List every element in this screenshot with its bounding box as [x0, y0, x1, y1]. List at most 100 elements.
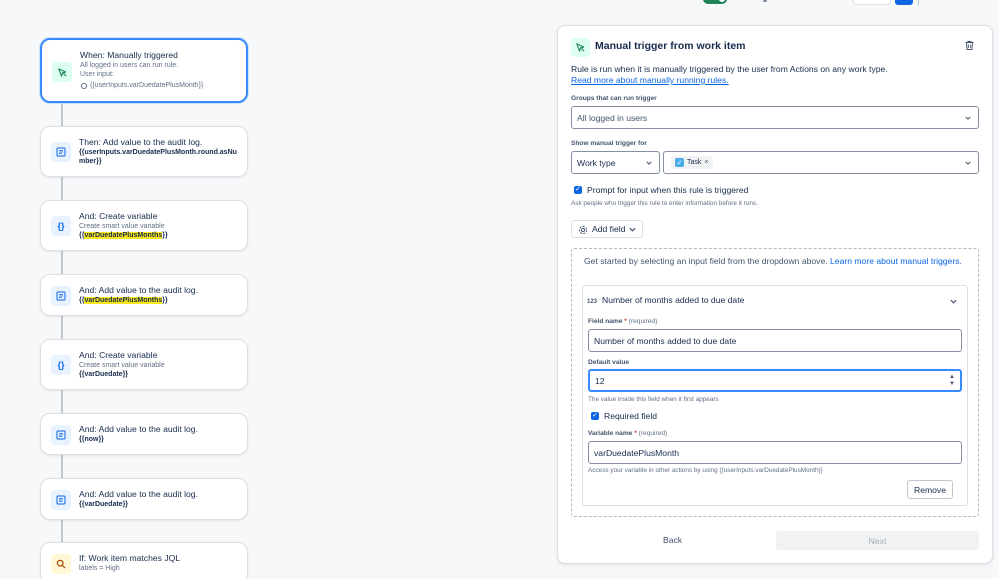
chevron-down-icon[interactable] — [950, 298, 957, 305]
top-divider — [918, 0, 919, 6]
gear-icon — [578, 225, 588, 235]
card-title: And: Add value to the audit log. — [79, 285, 198, 295]
card-user-input: {{userInputs.varDuedatePlusMonth}} — [80, 81, 238, 90]
work-type-select[interactable]: Work type — [571, 151, 660, 174]
card-subtitle: labels = High — [79, 565, 120, 572]
task-icon: ✓ — [675, 158, 684, 167]
field-name-label: Field name * (required) — [588, 318, 657, 325]
card-code: {{now}} — [79, 436, 104, 443]
default-value-label: Default value — [588, 359, 630, 366]
default-value-input[interactable]: 12 ▲ ▼ — [588, 369, 962, 392]
trigger-icon — [52, 62, 72, 82]
code-highlight: varDuedatePlusMonths — [84, 297, 163, 304]
field-header-title: Number of months added to due date — [602, 295, 745, 305]
field-name-input[interactable]: Number of months added to due date — [588, 329, 962, 352]
code-highlight: varDuedatePlusMonths — [84, 232, 163, 239]
prompt-helper-text: Ask people who trigger this rule to ente… — [571, 200, 758, 207]
intro-text: Get started by selecting an input field … — [584, 256, 964, 267]
default-value-value: 12 — [595, 375, 605, 386]
top-toolbar — [0, 0, 999, 8]
chevron-down-icon — [965, 116, 971, 120]
panel-title: Manual trigger from work item — [595, 40, 746, 52]
code-suffix: }} — [162, 297, 168, 304]
groups-label: Groups that can run trigger — [571, 95, 657, 102]
card-code: {{userInputs.varDuedatePlusMonth.round.a… — [79, 149, 237, 165]
trash-icon[interactable] — [964, 40, 976, 52]
card-subtitle: Create smart value variable — [79, 362, 165, 369]
variable-icon: {} — [51, 216, 71, 236]
chevron-down-icon — [965, 161, 971, 165]
search-condition-icon — [51, 554, 71, 574]
required-field-label: Required field — [604, 411, 658, 421]
card-code: {{varDuedatePlusMonths}} — [79, 296, 239, 305]
top-primary-button[interactable] — [895, 0, 913, 5]
number-stepper-icon[interactable]: ▲ ▼ — [949, 374, 955, 388]
card-title: If: Work item matches JQL — [79, 553, 181, 563]
chevron-down-icon — [646, 161, 652, 165]
next-button[interactable]: Next — [776, 531, 979, 550]
card-subtitle: All logged in users can run rule. — [80, 62, 179, 69]
required-field-checkbox[interactable]: ✓ — [591, 412, 599, 420]
field-name-label-text: Field name — [588, 318, 623, 325]
required-asterisk: * — [624, 318, 627, 325]
rule-enabled-toggle[interactable] — [703, 0, 727, 4]
variable-name-label-text: Variable name — [588, 430, 633, 437]
card-title: And: Create variable — [79, 211, 158, 221]
field-name-value: Number of months added to due date — [594, 335, 737, 346]
variable-name-input[interactable]: varDuedatePlusMonth — [588, 441, 962, 464]
audit-log-icon — [51, 425, 71, 445]
required-note: (required) — [638, 430, 668, 437]
prompt-checkbox-label: Prompt for input when this rule is trigg… — [587, 185, 749, 195]
intro-text-body: Get started by selecting an input field … — [584, 256, 828, 266]
flow-card-audit-log[interactable]: And: Add value to the audit log. {{varDu… — [40, 274, 248, 316]
groups-select-value: All logged in users — [577, 112, 648, 123]
show-for-label: Show manual trigger for — [571, 140, 647, 147]
input-fields-dropzone: Get started by selecting an input field … — [571, 248, 979, 517]
audit-log-icon — [51, 142, 71, 162]
flow-card-create-variable[interactable]: {} And: Create variable Create smart val… — [40, 339, 248, 390]
remove-field-button[interactable]: Remove — [907, 480, 953, 499]
variable-icon: {} — [51, 355, 71, 375]
audit-log-icon — [51, 490, 71, 510]
read-more-link[interactable]: Read more about manually running rules. — [571, 75, 729, 85]
work-type-select-value: Work type — [577, 157, 616, 168]
card-title: When: Manually triggered — [80, 50, 178, 60]
card-title: Then: Add value to the audit log. — [79, 137, 203, 147]
variable-name-value: varDuedatePlusMonth — [594, 447, 680, 458]
required-note: (required) — [628, 318, 658, 325]
trigger-config-panel: Manual trigger from work item Rule is ru… — [557, 25, 993, 564]
groups-select[interactable]: All logged in users — [571, 106, 979, 129]
prompt-checkbox[interactable]: ✓ — [574, 186, 582, 194]
work-type-values-select[interactable]: ✓ Task × — [663, 151, 979, 174]
flow-card-audit-log[interactable]: And: Add value to the audit log. {{now}} — [40, 413, 248, 455]
card-code: {{varDuedatePlusMonths}} — [79, 231, 239, 240]
input-field-config: 123 Number of months added to due date Fi… — [582, 285, 968, 506]
card-code: {{varDuedate}} — [79, 371, 129, 378]
card-title: And: Add value to the audit log. — [79, 424, 198, 434]
field-header[interactable]: 123 Number of months added to due date — [587, 295, 744, 305]
flow-card-manual-trigger[interactable]: When: Manually triggered All logged in u… — [40, 38, 248, 103]
add-field-button[interactable]: Add field — [571, 220, 643, 238]
trigger-icon — [571, 38, 590, 57]
card-code: {{varDuedate}} — [79, 501, 129, 508]
card-title: And: Add value to the audit log. — [79, 489, 198, 499]
flow-card-audit-log[interactable]: Then: Add value to the audit log. {{user… — [40, 126, 248, 177]
audit-log-icon — [51, 286, 71, 306]
toggle-label-stub — [733, 0, 773, 4]
learn-more-link[interactable]: Learn more about manual triggers. — [830, 256, 962, 266]
variable-name-helper: Access your variable in other actions by… — [588, 467, 823, 474]
card-subtitle: Create smart value variable — [79, 223, 165, 230]
flow-card-jql-condition[interactable]: If: Work item matches JQL labels = High — [40, 542, 248, 579]
back-button[interactable]: Back — [663, 535, 682, 545]
panel-description: Rule is run when it is manually triggere… — [571, 64, 888, 74]
top-secondary-button[interactable] — [853, 0, 891, 5]
task-chip-label: Task — [687, 159, 702, 166]
required-asterisk: * — [634, 430, 637, 437]
add-field-label: Add field — [592, 224, 626, 234]
flow-card-audit-log[interactable]: And: Add value to the audit log. {{varDu… — [40, 478, 248, 520]
variable-name-label: Variable name * (required) — [588, 430, 667, 437]
card-subtitle: User input: — [80, 71, 114, 78]
card-title: And: Create variable — [79, 350, 158, 360]
remove-chip-icon[interactable]: × — [704, 159, 708, 166]
flow-card-create-variable[interactable]: {} And: Create variable Create smart val… — [40, 200, 248, 251]
